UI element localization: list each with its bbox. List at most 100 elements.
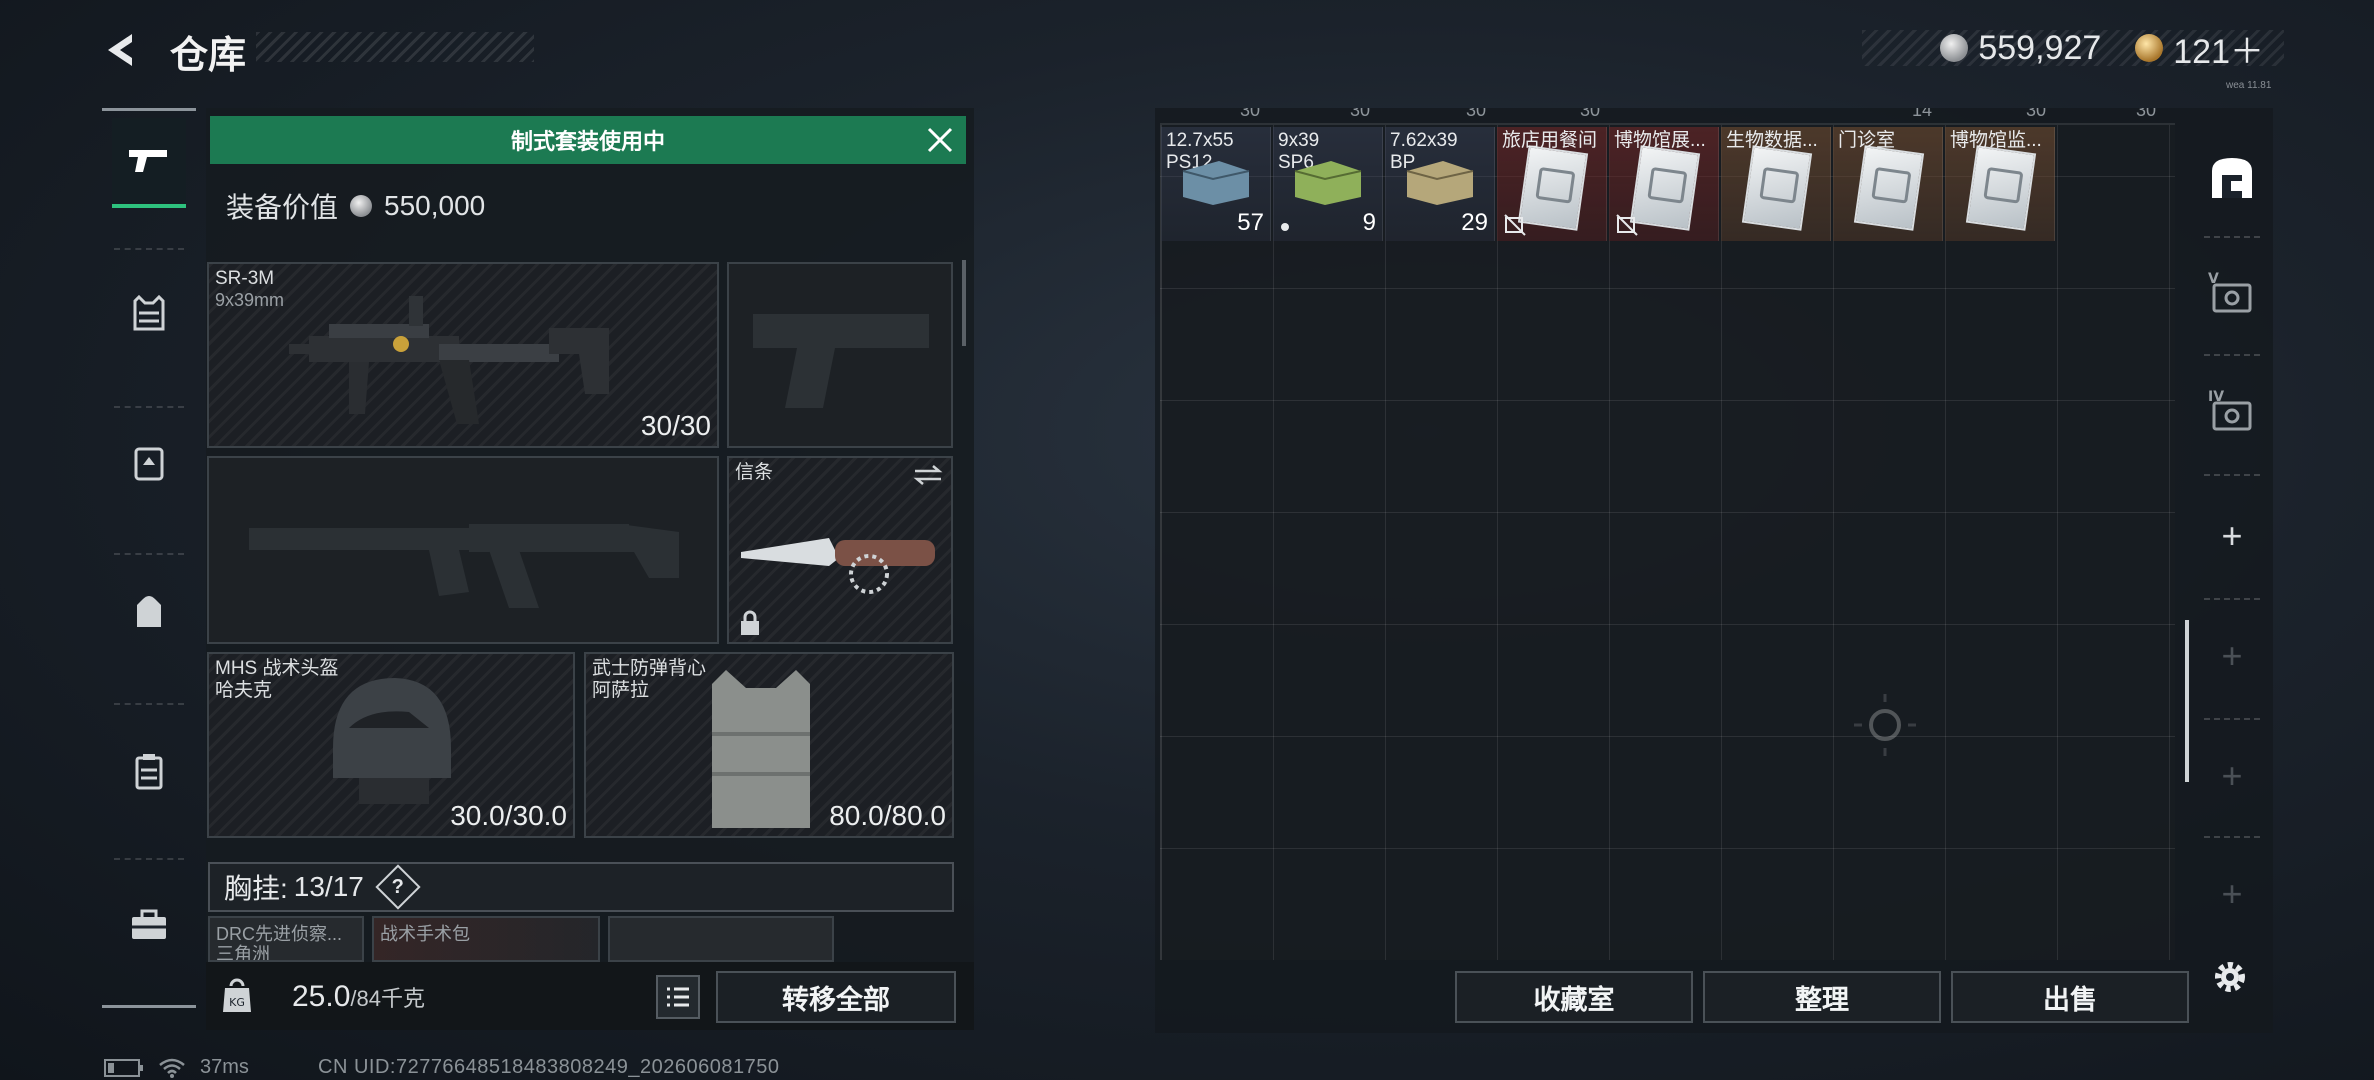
user-uid: CN UID:72776648518483808249_202606081750 <box>318 1056 780 1078</box>
armor-slot[interactable]: 武士防弹背心 阿萨拉 80.0/80.0 <box>584 652 954 838</box>
stash-scrollbar[interactable] <box>2185 620 2189 782</box>
stash-item-keycard-5[interactable]: 博物馆监... <box>1945 127 2055 241</box>
organize-button[interactable]: 整理 <box>1703 971 1941 1023</box>
rig-slot-2[interactable]: 战术手术包 <box>372 916 600 962</box>
vest-image <box>712 670 810 828</box>
rig-slot-1[interactable]: DRC先进侦察... 三角洲 <box>208 916 364 962</box>
chest-rig-count: 13/17 <box>293 871 364 902</box>
rig-slot-name: 战术手术包 <box>380 924 470 944</box>
add-container-slot-4: + <box>2190 854 2274 934</box>
case-icon <box>135 754 163 790</box>
svg-text:KG: KG <box>229 996 245 1009</box>
stash-grid[interactable] <box>1160 125 2175 960</box>
marker-dot <box>1281 223 1289 231</box>
plus-icon: + <box>2221 635 2243 676</box>
equipment-value: 装备价值 550,000 <box>226 186 485 226</box>
sell-button[interactable]: 出售 <box>1951 971 2189 1023</box>
wifi-icon <box>159 1058 185 1078</box>
melee-slot[interactable]: 信条 <box>727 456 953 644</box>
plus-icon: + <box>2221 755 2243 796</box>
help-icon[interactable]: ? <box>375 864 421 910</box>
stash-item-ammo-127x55[interactable]: 12.7x55 PS12 57 <box>1161 127 1271 241</box>
transfer-all-button[interactable]: 转移全部 <box>716 971 956 1023</box>
silver-amount: 559,927 <box>1978 28 2102 67</box>
version-label: wea 11.81 <box>2226 80 2272 91</box>
equip-value-amount: 550,000 <box>384 190 486 221</box>
stash-item-ammo-762x39[interactable]: 7.62x39 BP 29 <box>1385 127 1495 241</box>
keycard-icon <box>1853 145 1925 231</box>
ping-readout: 37ms <box>200 1056 249 1078</box>
left-nav <box>102 108 196 1008</box>
weight-readout: 25.0/84千克 <box>292 980 425 1014</box>
helmet-slot[interactable]: MHS 战术头盔 哈夫克 30.0/30.0 <box>207 652 575 838</box>
pistol-silhouette-icon <box>753 314 929 408</box>
weight-icon: KG <box>218 974 256 1016</box>
chest-rig-icon <box>134 447 164 481</box>
loading-spinner-icon <box>1854 694 1916 756</box>
close-banner-button[interactable] <box>922 122 958 158</box>
gold-amount[interactable]: 121＋ <box>2173 24 2264 73</box>
stash-item-keycard-1[interactable]: 旅店用餐间 <box>1497 127 1607 241</box>
keycard-icon <box>1517 145 1589 231</box>
vest-icon <box>133 295 165 331</box>
knife-image <box>741 538 935 594</box>
ammo-box-icon <box>1294 161 1362 205</box>
rifle-image <box>289 296 609 424</box>
nav-armor[interactable] <box>112 268 186 358</box>
silver-coin-icon <box>1940 34 1969 62</box>
toolbox-icon <box>132 909 166 939</box>
stash-item-ammo-9x39[interactable]: 9x39 SP6 9 <box>1273 127 1383 241</box>
stash-main-icon <box>2212 158 2252 198</box>
lock-icon <box>741 610 759 635</box>
chest-rig-bar[interactable]: 胸挂: 13/17 ? <box>208 862 954 912</box>
title-decoration <box>256 32 534 62</box>
nav-toolbox[interactable] <box>112 880 186 970</box>
keycard-icon <box>1741 145 1813 231</box>
armor-durability: 80.0/80.0 <box>829 800 946 831</box>
secondary-weapon-slot[interactable] <box>207 456 719 644</box>
back-button[interactable] <box>98 26 146 74</box>
weapon-ammo-count: 30/30 <box>640 410 711 441</box>
weight-current: 25.0 <box>292 980 351 1013</box>
list-icon <box>667 987 689 1007</box>
stash-grid-top-row: 30 30 30 30 14 30 30 <box>1160 108 2175 125</box>
case-iv-icon: IV <box>2208 389 2252 431</box>
stash-tabs: V IV + + + + <box>2190 108 2274 1033</box>
backpack-icon <box>137 596 161 627</box>
melee-name: 信条 <box>735 462 774 483</box>
armor-brand: 阿萨拉 <box>592 680 650 701</box>
currency-bar: 559,927 121＋ <box>1862 28 2284 71</box>
chest-rig-label: 胸挂: <box>224 873 288 904</box>
battery-icon <box>104 1058 143 1077</box>
loadout-scrollbar[interactable] <box>962 260 966 346</box>
settings-button[interactable] <box>2205 952 2255 1002</box>
case-v-tab[interactable]: V <box>2190 254 2274 334</box>
stash-item-keycard-2[interactable]: 博物馆展... <box>1609 127 1719 241</box>
stash-item-keycard-4[interactable]: 门诊室 <box>1833 127 1943 241</box>
add-container-button[interactable]: + <box>2190 496 2274 576</box>
equip-value-label: 装备价值 <box>226 192 339 223</box>
nav-rig[interactable] <box>112 418 186 508</box>
helmet-brand: 哈夫克 <box>215 680 273 701</box>
case-iv-tab[interactable]: IV <box>2190 372 2274 452</box>
pistol-icon <box>129 150 167 172</box>
back-arrow-icon <box>108 34 132 66</box>
rig-slot-sub: 三角洲 <box>216 944 270 962</box>
preset-banner: 制式套装使用中 <box>210 116 966 164</box>
stash-item-keycard-3[interactable]: 生物数据... <box>1721 127 1831 241</box>
swap-icon[interactable] <box>913 464 943 486</box>
add-container-slot-2: + <box>2190 616 2274 696</box>
nav-case[interactable] <box>112 726 186 816</box>
add-container-slot-3: + <box>2190 736 2274 816</box>
pistol-slot[interactable] <box>727 262 953 448</box>
list-view-button[interactable] <box>656 975 700 1019</box>
stash-main-tab[interactable] <box>2190 138 2274 218</box>
rig-slot-3[interactable] <box>608 916 834 962</box>
collection-room-button[interactable]: 收藏室 <box>1455 971 1693 1023</box>
nav-weapons[interactable] <box>112 118 186 208</box>
plus-icon: + <box>2221 873 2243 914</box>
status-bar: 37ms <box>104 1056 249 1079</box>
primary-weapon-slot[interactable]: SR-3M 9x39mm 30/30 <box>207 262 719 448</box>
svg-text:IV: IV <box>2208 389 2224 405</box>
nav-backpack[interactable] <box>112 566 186 656</box>
